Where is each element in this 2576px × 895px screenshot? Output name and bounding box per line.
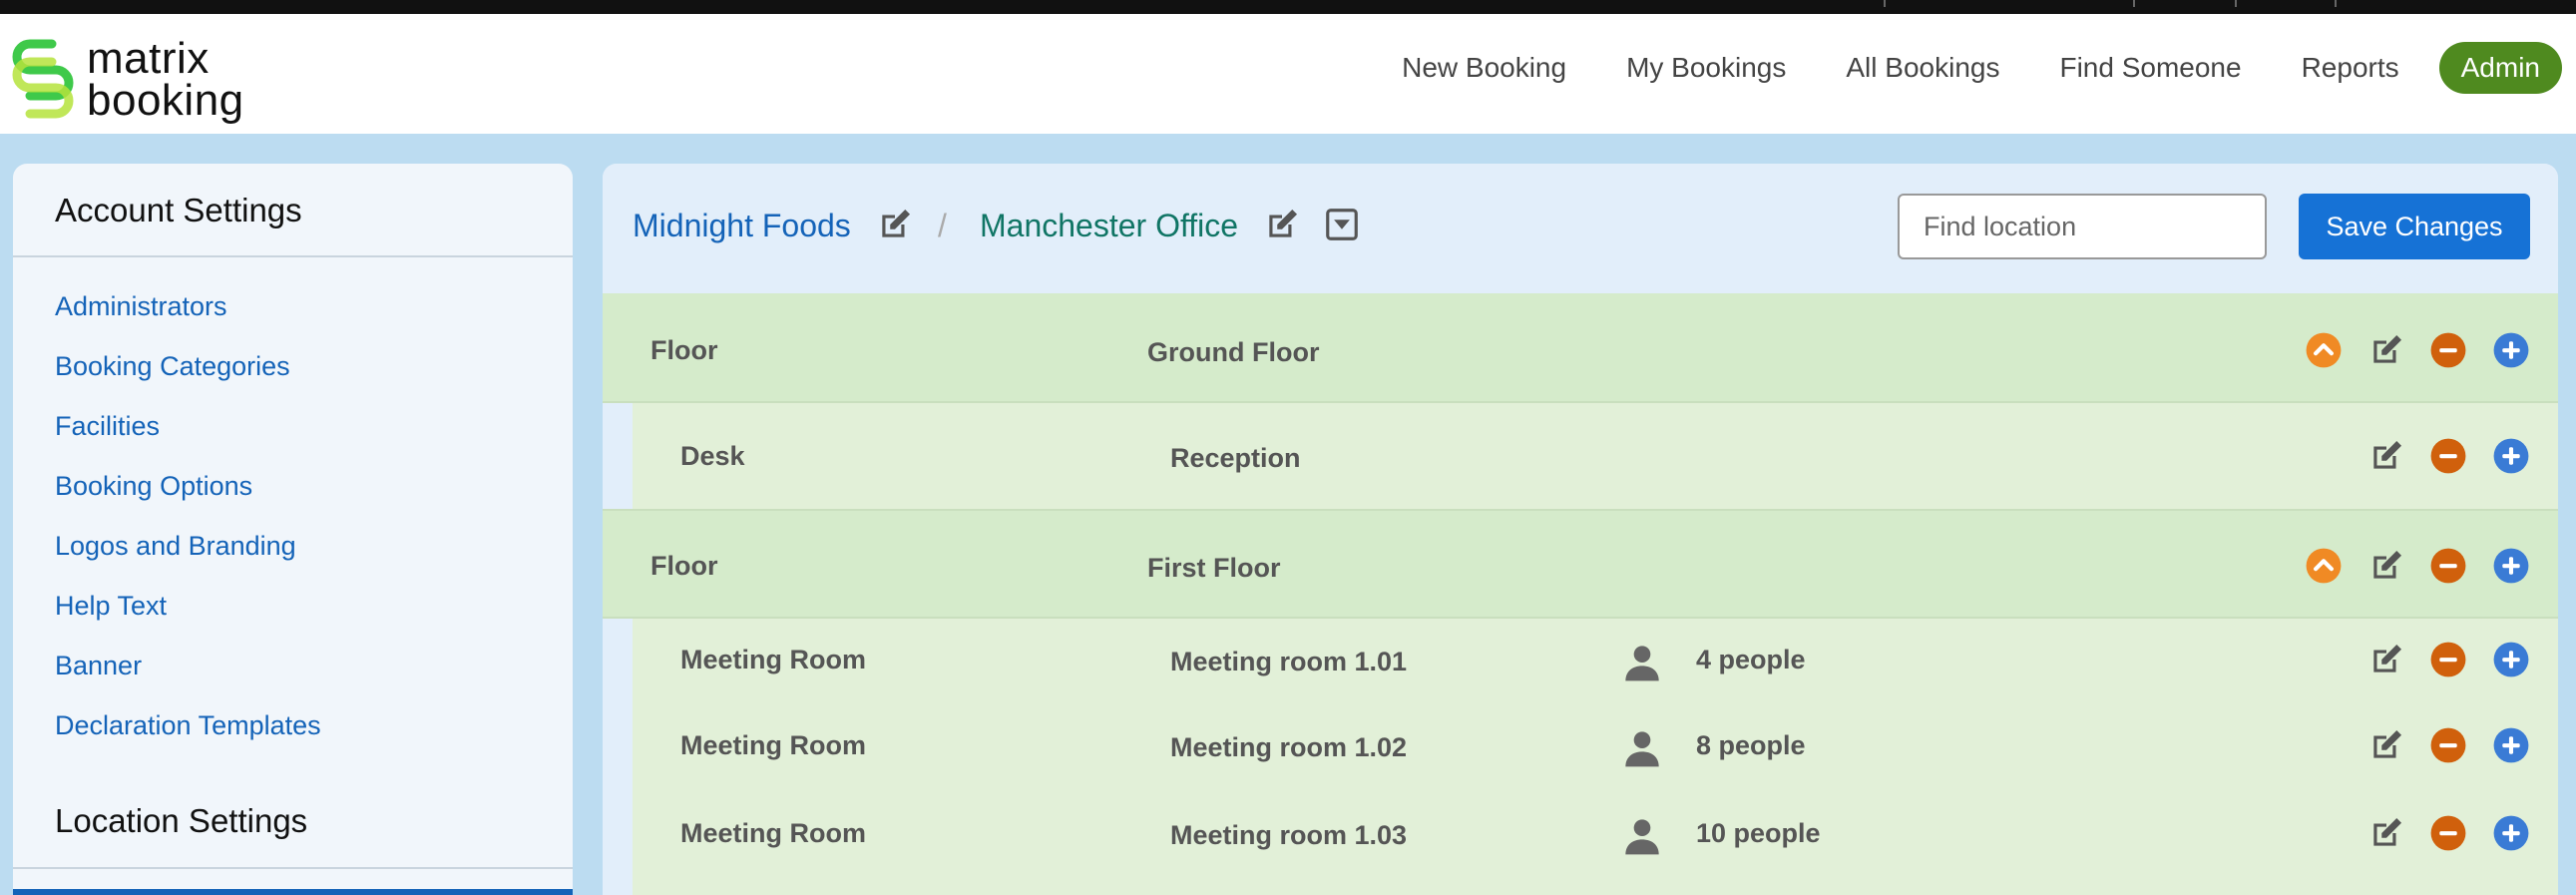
edit-icon[interactable]: [876, 206, 914, 243]
edit-icon[interactable]: [2367, 331, 2405, 369]
top-strip: [0, 0, 2576, 14]
account-settings-heading: Account Settings: [55, 192, 302, 228]
collapse-icon[interactable]: [2305, 547, 2343, 585]
location-row: Meeting Room Meeting room 1.03 10 people: [633, 792, 2558, 895]
location-name: Meeting room 1.02: [1170, 732, 1408, 762]
logo-mark-icon: [12, 39, 74, 119]
row-divider: [603, 509, 2558, 511]
location-row: Desk Reception: [633, 401, 2558, 509]
location-type: Meeting Room: [680, 818, 866, 848]
remove-icon[interactable]: [2429, 547, 2467, 585]
row-divider: [603, 617, 2558, 619]
main-nav: New Booking My Bookings All Bookings Fin…: [1342, 42, 2562, 94]
location-name: First Floor: [1147, 553, 1281, 583]
nav-find-someone[interactable]: Find Someone: [2059, 52, 2241, 84]
sidebar-divider: [13, 867, 573, 869]
breadcrumb-org[interactable]: Midnight Foods: [633, 208, 851, 244]
capacity-label: 10 people: [1696, 818, 1821, 848]
sidebar-link-banner[interactable]: Banner: [55, 651, 142, 681]
floor-row: Floor Ground Floor: [603, 293, 2558, 401]
location-name: Ground Floor: [1147, 337, 1320, 367]
logo-line2: booking: [87, 76, 244, 125]
location-name: Reception: [1170, 443, 1301, 473]
remove-icon[interactable]: [2429, 437, 2467, 475]
sidebar-link-booking-categories[interactable]: Booking Categories: [55, 351, 290, 382]
person-icon: [1625, 646, 1659, 681]
location-editor: Midnight Foods / Manchester Office Save …: [603, 164, 2558, 895]
edit-icon[interactable]: [2367, 641, 2405, 678]
sidebar-active-indicator: [13, 889, 573, 895]
edit-icon[interactable]: [2367, 726, 2405, 764]
sidebar-link-logos-branding[interactable]: Logos and Branding: [55, 531, 296, 562]
location-type: Meeting Room: [680, 645, 866, 674]
add-icon[interactable]: [2492, 814, 2530, 852]
add-icon[interactable]: [2492, 547, 2530, 585]
settings-sidebar: Account Settings Administrators Booking …: [13, 164, 573, 895]
edit-icon[interactable]: [1263, 206, 1301, 243]
remove-icon[interactable]: [2429, 641, 2467, 678]
nav-new-booking[interactable]: New Booking: [1402, 52, 1566, 84]
location-type: Floor: [650, 551, 718, 581]
add-icon[interactable]: [2492, 641, 2530, 678]
collapse-icon[interactable]: [2305, 331, 2343, 369]
sidebar-link-administrators[interactable]: Administrators: [55, 291, 227, 322]
remove-icon[interactable]: [2429, 726, 2467, 764]
dropdown-icon[interactable]: [1323, 206, 1361, 243]
location-row: Meeting Room Meeting room 1.02 8 people: [633, 704, 2558, 792]
logo-line1: matrix: [87, 34, 210, 83]
location-settings-heading: Location Settings: [55, 802, 308, 839]
nav-all-bookings[interactable]: All Bookings: [1846, 52, 1999, 84]
save-changes-button[interactable]: Save Changes: [2299, 194, 2530, 259]
sidebar-divider: [13, 255, 573, 257]
add-icon[interactable]: [2492, 726, 2530, 764]
breadcrumb-site[interactable]: Manchester Office: [980, 208, 1238, 244]
nav-reports[interactable]: Reports: [2302, 52, 2399, 84]
remove-icon[interactable]: [2429, 331, 2467, 369]
location-row: Meeting Room Meeting room 1.01 4 people: [633, 617, 2558, 704]
editor-toolbar: Midnight Foods / Manchester Office Save …: [603, 164, 2558, 293]
location-type: Desk: [680, 441, 745, 471]
floor-row: Floor First Floor: [603, 509, 2558, 617]
location-type: Floor: [650, 335, 718, 365]
app-header: matrix booking New Booking My Bookings A…: [0, 14, 2576, 134]
location-name: Meeting room 1.03: [1170, 820, 1408, 850]
remove-icon[interactable]: [2429, 814, 2467, 852]
add-icon[interactable]: [2492, 437, 2530, 475]
sidebar-link-facilities[interactable]: Facilities: [55, 411, 160, 442]
sidebar-link-declaration-templates[interactable]: Declaration Templates: [55, 710, 321, 741]
person-icon: [1625, 819, 1659, 855]
capacity-label: 8 people: [1696, 730, 1806, 760]
breadcrumb-separator: /: [938, 208, 947, 243]
row-divider: [603, 401, 2558, 403]
edit-icon[interactable]: [2367, 547, 2405, 585]
location-type: Meeting Room: [680, 730, 866, 760]
nav-my-bookings[interactable]: My Bookings: [1626, 52, 1786, 84]
location-name: Meeting room 1.01: [1170, 647, 1408, 676]
sidebar-link-help-text[interactable]: Help Text: [55, 591, 167, 622]
sidebar-link-booking-options[interactable]: Booking Options: [55, 471, 252, 502]
edit-icon[interactable]: [2367, 814, 2405, 852]
person-icon: [1625, 731, 1659, 767]
add-icon[interactable]: [2492, 331, 2530, 369]
logo[interactable]: matrix booking: [12, 34, 271, 124]
find-location-input[interactable]: [1898, 194, 2267, 259]
capacity-label: 4 people: [1696, 645, 1806, 674]
edit-icon[interactable]: [2367, 437, 2405, 475]
nav-admin-button[interactable]: Admin: [2438, 42, 2562, 94]
